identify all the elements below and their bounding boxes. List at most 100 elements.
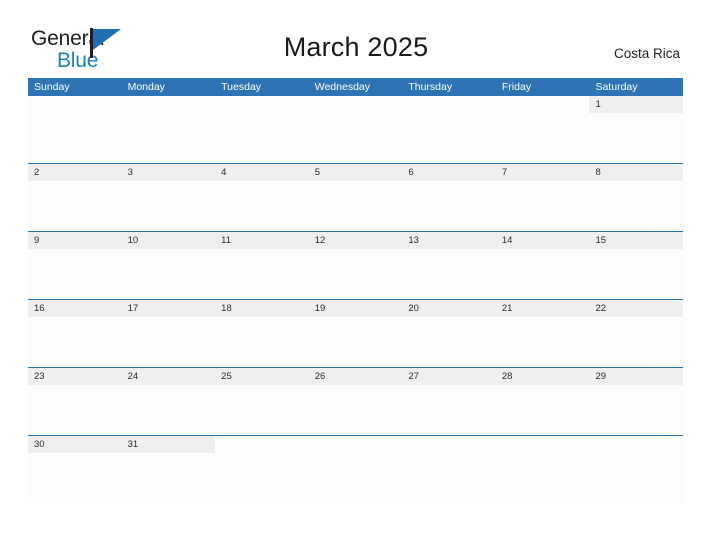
date-number[interactable]: 5	[309, 164, 403, 181]
day-event-area[interactable]	[28, 453, 122, 503]
day-event-area[interactable]	[496, 453, 590, 503]
day-event-area[interactable]	[215, 385, 309, 435]
day-event-area[interactable]	[496, 385, 590, 435]
date-number[interactable]: 25	[215, 368, 309, 385]
week-event-band	[28, 453, 683, 503]
week-event-band	[28, 385, 683, 435]
date-number[interactable]	[308, 436, 403, 453]
day-header-wednesday: Wednesday	[314, 81, 370, 93]
day-event-area[interactable]	[402, 385, 496, 435]
date-number[interactable]: 9	[28, 232, 122, 249]
date-number[interactable]: 22	[589, 300, 683, 317]
date-number[interactable]: 24	[122, 368, 216, 385]
day-event-area[interactable]	[402, 113, 496, 163]
date-number[interactable]	[402, 96, 496, 113]
week-row: 23 24 25 26 27 28 29	[28, 367, 683, 435]
day-event-area[interactable]	[496, 181, 590, 231]
day-event-area[interactable]	[309, 385, 403, 435]
day-event-area[interactable]	[589, 317, 683, 367]
week-event-band	[28, 249, 683, 299]
date-number[interactable]: 12	[309, 232, 403, 249]
date-number[interactable]: 13	[402, 232, 496, 249]
date-number[interactable]	[495, 436, 590, 453]
week-row: 16 17 18 19 20 21 22	[28, 299, 683, 367]
day-event-area[interactable]	[309, 181, 403, 231]
day-event-area[interactable]	[28, 113, 122, 163]
day-event-area[interactable]	[589, 249, 683, 299]
date-number[interactable]: 2	[28, 164, 122, 181]
date-number[interactable]	[215, 96, 309, 113]
date-number[interactable]: 17	[122, 300, 216, 317]
date-number[interactable]: 30	[28, 436, 122, 453]
day-event-area[interactable]	[402, 453, 496, 503]
date-number[interactable]	[28, 96, 122, 113]
day-event-area[interactable]	[122, 453, 216, 503]
day-event-area[interactable]	[122, 249, 216, 299]
day-event-area[interactable]	[215, 113, 309, 163]
date-number[interactable]	[121, 96, 216, 113]
date-number[interactable]: 3	[122, 164, 216, 181]
date-number[interactable]	[215, 436, 309, 453]
date-number[interactable]: 21	[496, 300, 590, 317]
date-number[interactable]: 28	[496, 368, 590, 385]
day-event-area[interactable]	[402, 181, 496, 231]
date-number[interactable]	[589, 436, 684, 453]
region-label: Costa Rica	[613, 46, 680, 61]
date-number[interactable]: 19	[309, 300, 403, 317]
date-number[interactable]: 15	[589, 232, 683, 249]
day-event-area[interactable]	[496, 317, 590, 367]
date-number[interactable]: 1	[589, 96, 683, 113]
week-date-band: 30 31	[28, 436, 684, 453]
date-number[interactable]: 11	[215, 232, 309, 249]
day-event-area[interactable]	[28, 181, 122, 231]
day-event-area[interactable]	[122, 181, 216, 231]
week-date-band: 9 10 11 12 13 14 15	[28, 232, 683, 249]
date-number[interactable]: 14	[496, 232, 590, 249]
week-row: 1	[28, 96, 683, 163]
day-event-area[interactable]	[496, 113, 590, 163]
day-event-area[interactable]	[28, 317, 122, 367]
day-event-area[interactable]	[402, 249, 496, 299]
day-event-area[interactable]	[309, 113, 403, 163]
day-event-area[interactable]	[589, 385, 683, 435]
date-number[interactable]: 18	[215, 300, 309, 317]
date-number[interactable]: 7	[496, 164, 590, 181]
date-number[interactable]	[308, 96, 403, 113]
date-number[interactable]: 20	[402, 300, 496, 317]
day-event-area[interactable]	[122, 113, 216, 163]
date-number[interactable]: 27	[402, 368, 496, 385]
date-number[interactable]: 6	[402, 164, 496, 181]
day-event-area[interactable]	[122, 385, 216, 435]
page-header: General Blue March 2025 Costa Rica	[0, 0, 712, 71]
date-number[interactable]: 23	[28, 368, 122, 385]
week-event-band	[28, 317, 683, 367]
date-number[interactable]: 31	[122, 436, 216, 453]
day-event-area[interactable]	[28, 249, 122, 299]
day-event-area[interactable]	[589, 453, 683, 503]
date-number[interactable]	[495, 96, 590, 113]
day-event-area[interactable]	[122, 317, 216, 367]
day-event-area[interactable]	[402, 317, 496, 367]
date-number[interactable]: 4	[215, 164, 309, 181]
day-event-area[interactable]	[496, 249, 590, 299]
day-event-area[interactable]	[309, 453, 403, 503]
day-header-monday: Monday	[127, 81, 165, 93]
day-event-area[interactable]	[215, 249, 309, 299]
date-number[interactable]: 8	[589, 164, 683, 181]
day-header-friday: Friday	[501, 81, 532, 93]
day-event-area[interactable]	[215, 317, 309, 367]
date-number[interactable]: 29	[589, 368, 683, 385]
day-event-area[interactable]	[28, 385, 122, 435]
date-number[interactable]: 26	[309, 368, 403, 385]
calendar-page: General Blue March 2025 Costa Rica Sunda…	[0, 0, 712, 550]
date-number[interactable]: 16	[28, 300, 122, 317]
day-event-area[interactable]	[309, 317, 403, 367]
day-event-area[interactable]	[215, 453, 309, 503]
date-number[interactable]: 10	[122, 232, 216, 249]
date-number[interactable]	[402, 436, 496, 453]
day-header-saturday: Saturday	[595, 81, 638, 93]
day-event-area[interactable]	[215, 181, 309, 231]
day-event-area[interactable]	[589, 113, 683, 163]
day-event-area[interactable]	[589, 181, 683, 231]
day-event-area[interactable]	[309, 249, 403, 299]
